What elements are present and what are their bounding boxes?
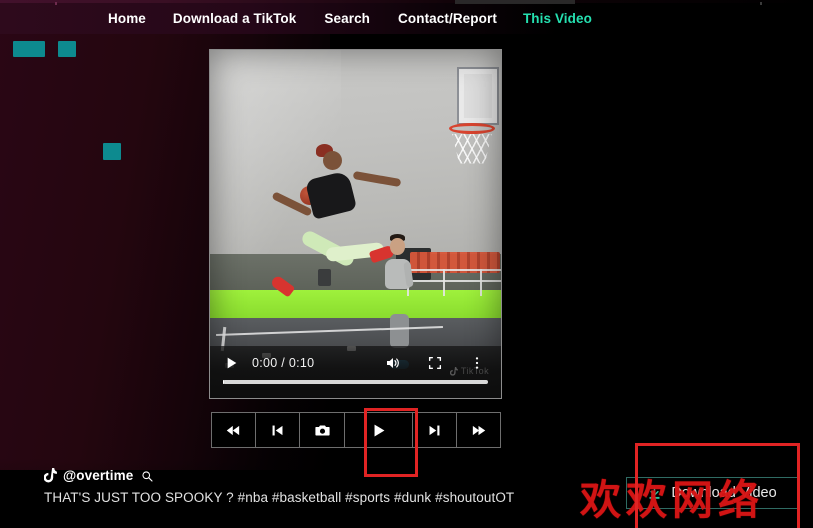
gym-stool [317, 269, 331, 287]
app-root: Home Download a TikTok Search Contact/Re… [0, 0, 813, 528]
video-player[interactable]: 0:00 / 0:10 TikTok [210, 50, 501, 398]
play-icon [374, 424, 385, 436]
step-forward-button[interactable] [412, 413, 457, 447]
step-back-icon [272, 425, 283, 435]
video-progress-fill [223, 380, 224, 384]
camera-icon [314, 425, 330, 435]
placeholder-block-a [13, 41, 45, 57]
step-forward-icon [429, 425, 440, 435]
placeholder-block-b [58, 41, 76, 57]
download-video-button[interactable]: Download Video [626, 477, 798, 509]
video-meta: @overtime THAT'S JUST TOO SPOOKY ? #nba … [44, 468, 564, 505]
tiktok-watermark: TikTok [449, 366, 489, 376]
screenshot-button[interactable] [300, 413, 345, 447]
video-controls-overlay: 0:00 / 0:10 TikTok [210, 346, 501, 398]
video-author-row: @overtime [44, 468, 564, 483]
magnifier-icon[interactable] [141, 470, 153, 482]
play-button[interactable] [344, 413, 413, 447]
frame-control-strip [211, 412, 501, 448]
gym-wall-highlight [210, 50, 341, 266]
nav-item-contact-report[interactable]: Contact/Report [398, 11, 497, 26]
rewind-button[interactable] [212, 413, 257, 447]
tiktok-watermark-label: TikTok [460, 366, 489, 376]
fast-forward-icon [472, 425, 486, 435]
basketball-backboard [457, 67, 499, 126]
placeholder-block-c [103, 143, 121, 160]
video-progress-bar[interactable] [223, 380, 488, 384]
video-time-display: 0:00 / 0:10 [252, 356, 315, 370]
tiktok-logo-icon [44, 468, 57, 483]
fast-forward-button[interactable] [456, 413, 500, 447]
video-author-handle[interactable]: @overtime [63, 468, 133, 483]
main-navigation: Home Download a TikTok Search Contact/Re… [0, 3, 813, 33]
play-icon[interactable] [223, 355, 239, 371]
download-video-label: Download Video [671, 485, 777, 501]
basketball-rim [449, 123, 495, 135]
nav-item-this-video[interactable]: This Video [523, 11, 592, 26]
download-icon [649, 486, 660, 499]
step-back-button[interactable] [256, 413, 301, 447]
player-two-legs [390, 314, 410, 349]
tiktok-note-icon [449, 366, 458, 376]
volume-icon[interactable] [385, 355, 401, 371]
nav-item-download-a-tiktok[interactable]: Download a TikTok [173, 11, 296, 26]
nav-item-search[interactable]: Search [324, 11, 370, 26]
fullscreen-icon[interactable] [427, 355, 443, 371]
video-caption: THAT'S JUST TOO SPOOKY ? #nba #basketbal… [44, 490, 515, 505]
nav-item-home[interactable]: Home [108, 11, 146, 26]
fast-rewind-icon [226, 425, 240, 435]
